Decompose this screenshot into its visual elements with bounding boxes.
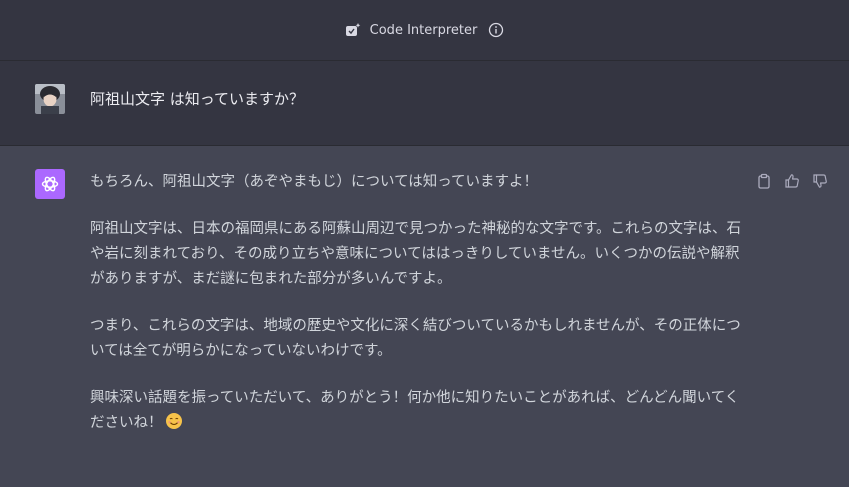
thumbs-up-icon[interactable] (783, 172, 801, 190)
chatgpt-logo-icon (35, 169, 65, 199)
code-interpreter-icon (344, 21, 362, 39)
message-actions (755, 172, 829, 190)
assistant-message: もちろん、阿祖山文字（あぞやまもじ）については知っていますよ！ 阿祖山文字は、日… (90, 170, 750, 458)
smiling-face-emoji (165, 412, 183, 430)
avatar (35, 84, 65, 114)
assistant-paragraph: もちろん、阿祖山文字（あぞやまもじ）については知っていますよ！ (90, 174, 539, 190)
clipboard-icon[interactable] (755, 172, 773, 190)
thumbs-down-icon[interactable] (811, 172, 829, 190)
mode-label: Code Interpreter (369, 22, 478, 38)
assistant-paragraph-last: 興味深い話題を振っていただいて、ありがとう！何か他に知りたいことがあれば、どんど… (90, 386, 750, 436)
info-icon[interactable] (487, 21, 505, 39)
user-message: 阿祖山文字 は知っていますか？ (90, 90, 305, 108)
model-header: Code Interpreter (0, 0, 849, 61)
assistant-paragraph: つまり、これらの文字は、地域の歴史や文化に深く結びついているかもしれませんが、そ… (90, 318, 741, 359)
assistant-message-row: もちろん、阿祖山文字（あぞやまもじ）については知っていますよ！ 阿祖山文字は、日… (0, 146, 849, 487)
user-message-row: 阿祖山文字 は知っていますか？ (0, 61, 849, 146)
assistant-paragraph: 興味深い話題を振っていただいて、ありがとう！何か他に知りたいことがあれば、どんど… (90, 390, 740, 431)
assistant-paragraph: 阿祖山文字は、日本の福岡県にある阿蘇山周辺で見つかった神秘的な文字です。これらの… (90, 221, 742, 287)
